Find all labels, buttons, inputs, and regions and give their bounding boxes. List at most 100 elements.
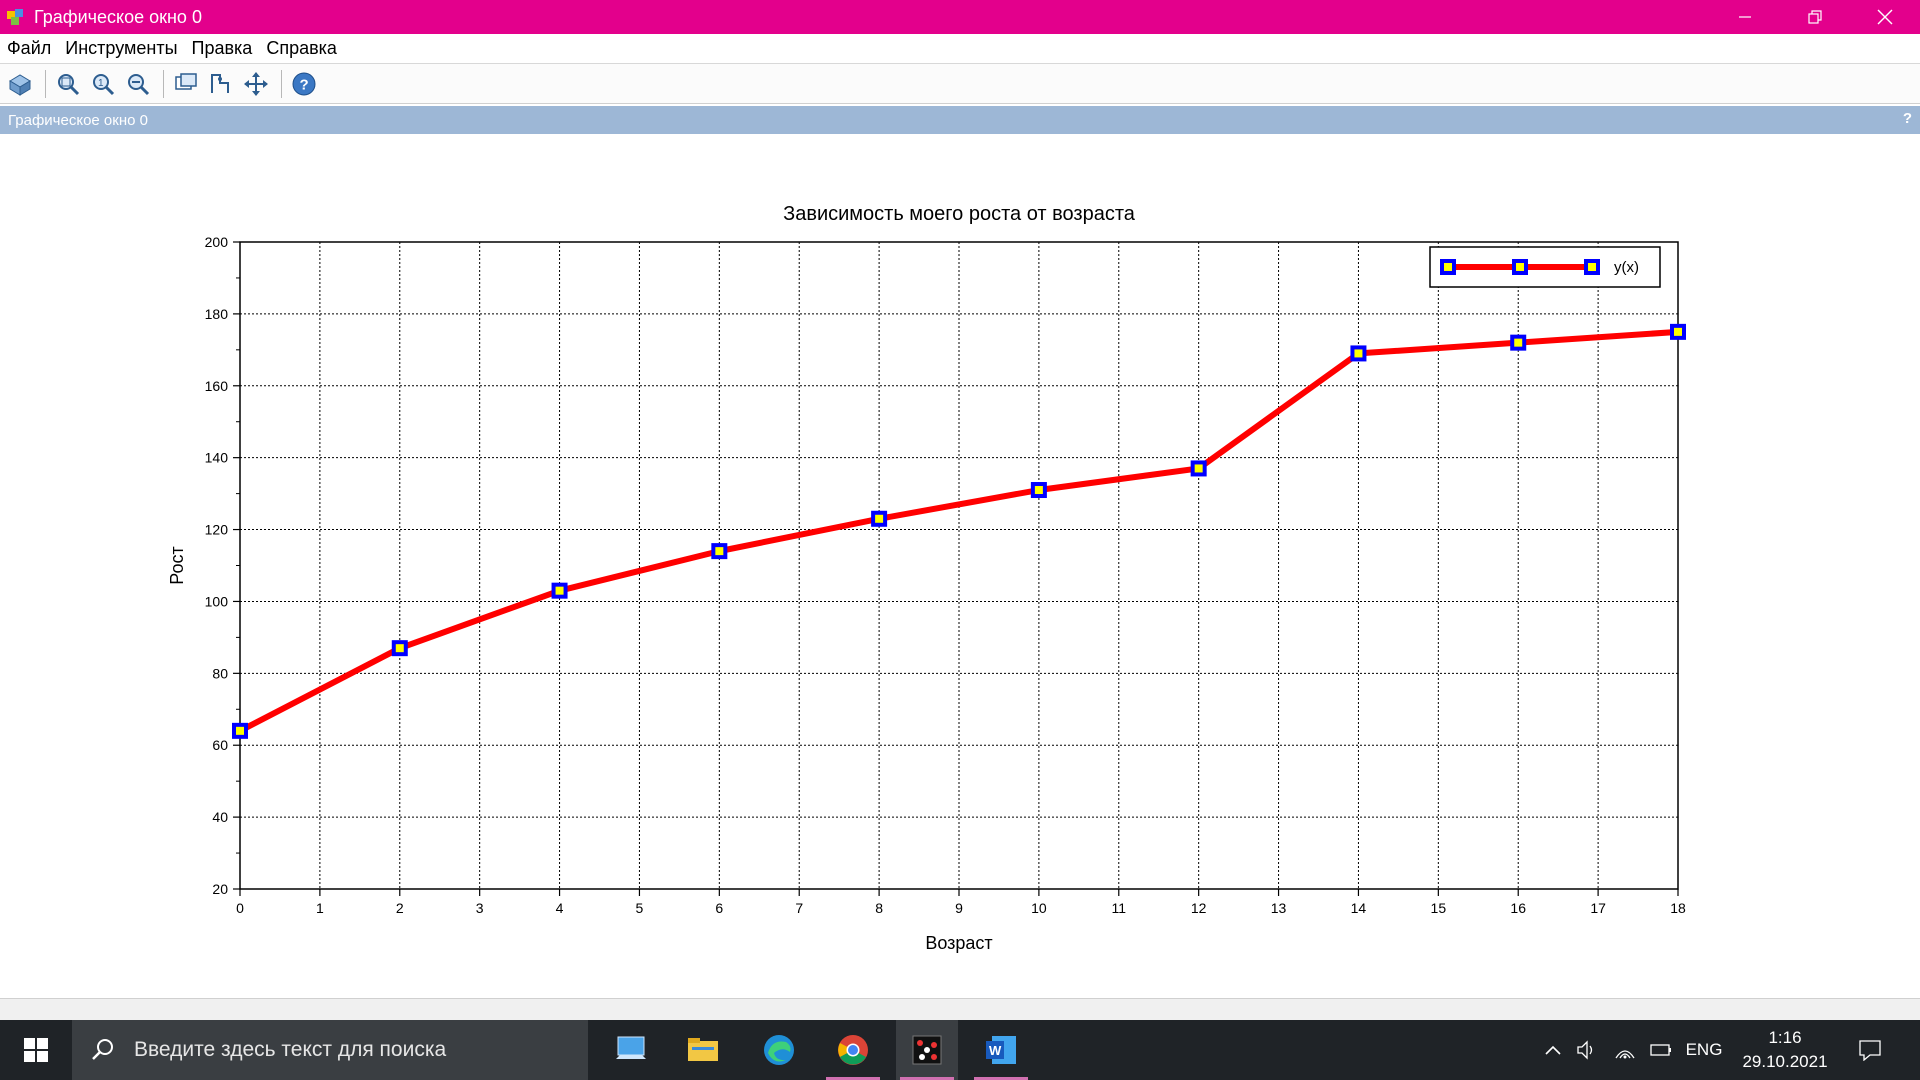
pan-icon <box>244 71 268 96</box>
minimize-button[interactable] <box>1710 0 1780 34</box>
zoom-area-icon <box>58 73 80 95</box>
taskbar-app-explorer[interactable] <box>672 1020 734 1080</box>
data-point-marker <box>1670 323 1686 340</box>
x-tick-label: 13 <box>1271 900 1287 916</box>
panel-help-button[interactable]: ? <box>1903 110 1912 127</box>
x-tick-label: 9 <box>955 900 963 916</box>
data-point-marker <box>391 640 408 657</box>
search-icon <box>92 1039 113 1060</box>
x-tick-label: 14 <box>1351 900 1367 916</box>
menu-help[interactable]: Справка <box>259 38 344 59</box>
edge-icon <box>764 1035 794 1065</box>
data-point-marker <box>711 543 728 560</box>
edit-curve-button[interactable] <box>205 68 237 100</box>
menu-bar: Файл Инструменты Правка Справка <box>0 34 1920 64</box>
word-icon: W <box>986 1036 1016 1064</box>
tray-overflow-button[interactable] <box>1538 1020 1568 1080</box>
taskbar-app-word[interactable]: W <box>970 1020 1032 1080</box>
volume-icon <box>1577 1040 1593 1060</box>
toolbar: 1 ? <box>0 64 1920 104</box>
legend-marker <box>1512 259 1528 275</box>
help-button[interactable]: ? <box>288 68 320 100</box>
svg-text:W: W <box>989 1043 1002 1058</box>
taskbar-app-desktop[interactable] <box>600 1020 662 1080</box>
y-tick-label: 180 <box>205 306 229 322</box>
edit-curve-icon <box>211 73 229 93</box>
data-point-marker <box>1350 345 1367 362</box>
y-tick-label: 200 <box>205 234 229 250</box>
x-tick-label: 15 <box>1431 900 1447 916</box>
data-point-marker <box>1190 460 1207 477</box>
y-tick-label: 160 <box>205 378 229 394</box>
x-tick-label: 3 <box>476 900 484 916</box>
restore-icon <box>1808 10 1822 24</box>
menu-edit[interactable]: Правка <box>185 38 260 59</box>
network-button[interactable] <box>1610 1020 1640 1080</box>
wifi-icon <box>1615 1050 1635 1059</box>
taskbar-app-scilab[interactable] <box>896 1020 958 1080</box>
datatip-button[interactable] <box>170 68 202 100</box>
clock-time: 1:16 <box>1768 1028 1802 1047</box>
plot-area: 0 1 2 3 4 5 6 7 8 9 10 11 12 13 14 15 16 17 18 20 40 60 80 100 1… <box>0 134 1920 998</box>
x-tick-label: 18 <box>1670 900 1686 916</box>
x-tick-label: 17 <box>1590 900 1606 916</box>
pan-button[interactable] <box>240 68 272 100</box>
panel-title: Графическое окно 0 <box>8 111 148 129</box>
minimize-icon <box>1739 16 1751 18</box>
y-tick-label: 140 <box>205 450 229 466</box>
x-tick-label: 0 <box>236 900 244 916</box>
x-tick-label: 12 <box>1191 900 1207 916</box>
clock-date: 29.10.2021 <box>1742 1052 1828 1071</box>
volume-button[interactable] <box>1572 1020 1602 1080</box>
chrome-icon <box>838 1035 868 1065</box>
notifications-button[interactable] <box>1850 1020 1890 1080</box>
battery-button[interactable] <box>1646 1020 1676 1080</box>
x-tick-label: 11 <box>1112 900 1127 916</box>
taskbar-search[interactable]: Введите здесь текст для поиска <box>72 1020 588 1080</box>
computer-icon <box>616 1036 646 1059</box>
x-tick-label: 10 <box>1031 900 1047 916</box>
taskbar-app-chrome[interactable] <box>822 1020 884 1080</box>
y-tick-label: 20 <box>212 881 228 897</box>
x-axis-label: Возраст <box>925 933 992 953</box>
close-button[interactable] <box>1850 0 1920 34</box>
x-tick-label: 4 <box>556 900 564 916</box>
data-point-marker <box>232 722 248 739</box>
chart[interactable]: 0 1 2 3 4 5 6 7 8 9 10 11 12 13 14 15 16 17 18204060801001… <box>0 134 1920 998</box>
help-icon: ? <box>292 72 316 95</box>
y-tick-label: 60 <box>212 737 228 753</box>
zoom-area-button[interactable] <box>52 68 84 100</box>
toolbar-separator <box>45 69 46 98</box>
toolbar-separator <box>163 69 164 98</box>
legend-label: y(x) <box>1614 259 1639 276</box>
chart-title: Зависимость моего роста от возраста <box>783 203 1136 225</box>
scilab-app-icon <box>6 7 26 27</box>
x-tick-label: 16 <box>1510 900 1526 916</box>
window-title: Графическое окно 0 <box>34 6 202 27</box>
restore-button[interactable] <box>1780 0 1850 34</box>
taskbar-app-edge[interactable] <box>748 1020 810 1080</box>
chevron-up-icon <box>1545 1045 1561 1055</box>
data-point-marker <box>871 510 888 527</box>
zoom-in-icon: 1 <box>93 73 115 95</box>
language-indicator[interactable]: ENG <box>1680 1020 1728 1080</box>
y-tick-label: 100 <box>205 593 229 609</box>
svg-text:1: 1 <box>98 78 104 89</box>
rotate-button[interactable] <box>4 68 36 100</box>
status-bar <box>0 998 1920 1020</box>
x-tick-label: 1 <box>316 900 324 916</box>
language-text: ENG <box>1685 1040 1723 1059</box>
data-point-marker <box>1510 334 1527 351</box>
clock[interactable]: 1:16 29.10.2021 <box>1730 1026 1840 1074</box>
panel-header: Графическое окно 0 ? <box>0 106 1920 134</box>
zoom-in-button[interactable]: 1 <box>87 68 119 100</box>
title-bar: Графическое окно 0 <box>0 0 1920 34</box>
x-tick-label: 6 <box>715 900 723 916</box>
folder-icon <box>688 1038 718 1061</box>
menu-tools[interactable]: Инструменты <box>58 38 184 59</box>
menu-file[interactable]: Файл <box>0 38 58 59</box>
zoom-out-icon <box>128 73 150 95</box>
start-button[interactable] <box>0 1020 72 1080</box>
zoom-out-button[interactable] <box>122 68 154 100</box>
grid <box>239 241 1679 890</box>
